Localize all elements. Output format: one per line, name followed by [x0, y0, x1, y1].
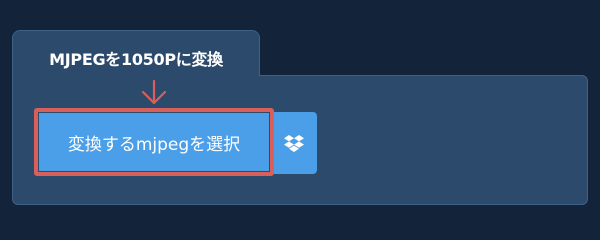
dropbox-button[interactable]	[271, 112, 317, 174]
select-file-label: 変換するmjpegを選択	[67, 134, 241, 155]
dropbox-icon	[284, 135, 304, 152]
panel-seam	[13, 74, 259, 78]
arrow-down-icon	[141, 80, 167, 105]
select-file-button[interactable]: 変換するmjpegを選択	[39, 113, 269, 171]
panel-title: MJPEGを1050Pに変換	[49, 50, 223, 69]
